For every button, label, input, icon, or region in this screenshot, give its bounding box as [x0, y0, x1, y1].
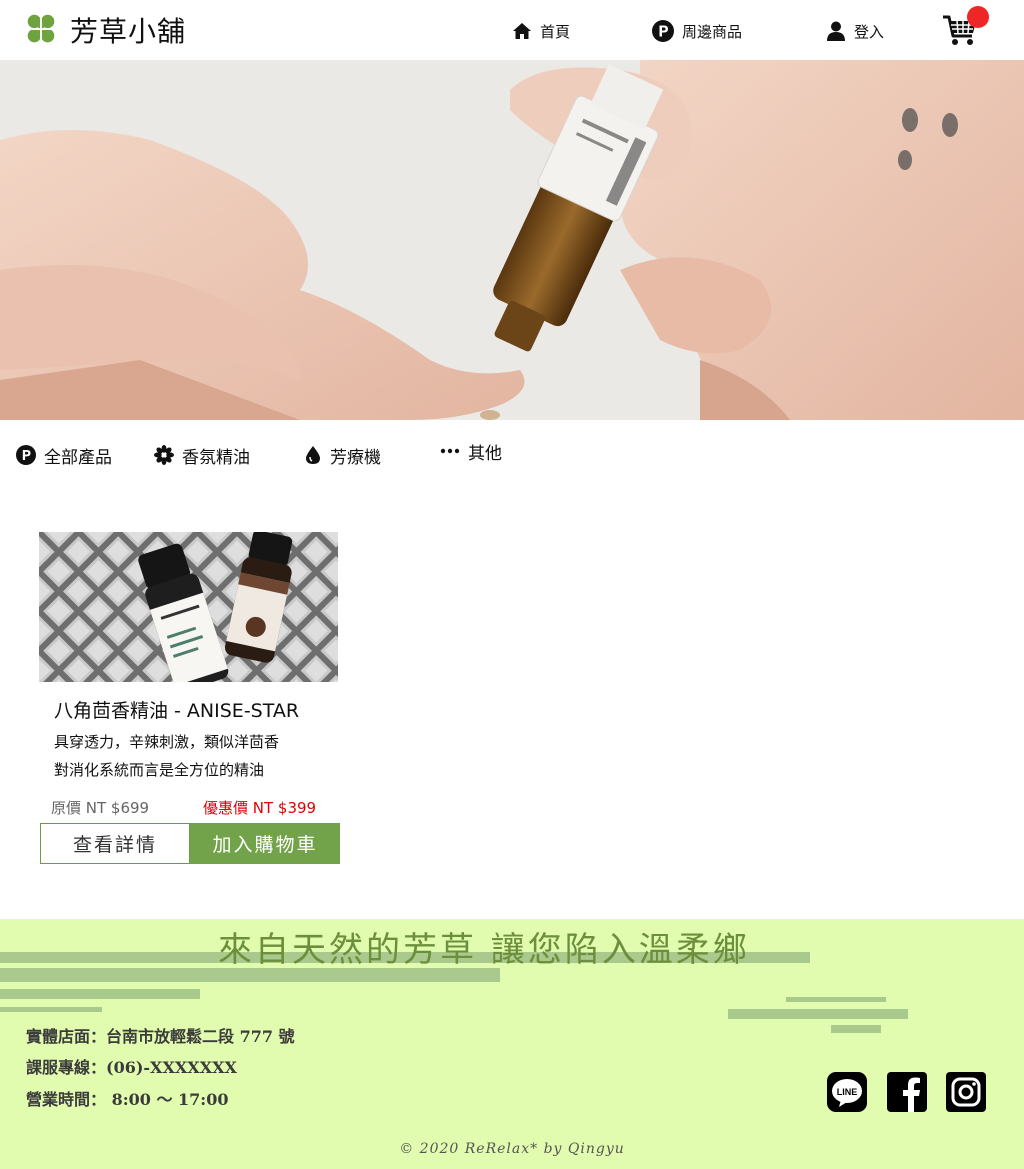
nav-home-label: 首頁	[540, 22, 571, 41]
product-photo	[39, 532, 338, 682]
nav-merch[interactable]: 周邊商品	[652, 18, 742, 44]
decorative-stripe	[0, 1007, 102, 1012]
view-details-button[interactable]: 查看詳情	[40, 823, 190, 864]
category-all-products[interactable]: 全部產品	[16, 440, 112, 470]
sale-price: 優惠價 NT $399	[203, 799, 317, 817]
product-description-line2: 對消化系統而言是全方位的精油	[54, 761, 265, 779]
decorative-stripe	[831, 1025, 881, 1033]
nav-login[interactable]: 登入	[826, 18, 884, 44]
category-other[interactable]: 其他	[440, 436, 502, 466]
decorative-stripe	[0, 989, 200, 999]
parking-p-icon	[652, 20, 674, 42]
instagram-icon[interactable]	[946, 1072, 986, 1112]
original-price: 原價 NT $699	[51, 799, 150, 817]
site-footer: 來自天然的芳草 讓您陷入溫柔鄉 實體店面：台南市放輕鬆二段 777 號 課服專線…	[0, 919, 1024, 1169]
category-diffuser-label: 芳療機	[330, 447, 381, 468]
nav-merch-label: 周邊商品	[682, 22, 743, 41]
nav-home[interactable]: 首頁	[512, 18, 570, 44]
more-dots-icon	[440, 448, 460, 454]
home-icon	[513, 23, 531, 39]
parking-p-icon	[16, 445, 36, 465]
decorative-stripe	[786, 997, 886, 1002]
category-other-label: 其他	[468, 443, 502, 464]
copyright: © 2020 ReRelax* by Qingyu	[399, 1141, 625, 1157]
service-phone: 課服專線：(06)-XXXXXXX	[26, 1058, 237, 1077]
category-essential-oil[interactable]: 香氛精油	[154, 440, 250, 470]
svg-text:LINE: LINE	[837, 1087, 858, 1097]
category-oil-label: 香氛精油	[182, 447, 250, 468]
footer-slogan: 來自天然的芳草 讓您陷入溫柔鄉	[218, 930, 750, 970]
decorative-stripe	[728, 1009, 908, 1019]
site-logo[interactable]: 芳草小舖	[22, 10, 186, 50]
product-description-line1: 具穿透力，辛辣刺激，類似洋茴香	[54, 733, 280, 751]
cart-badge	[967, 6, 989, 28]
product-title[interactable]: 八角茴香精油 - ANISE-STAR	[54, 696, 299, 723]
hero-image	[0, 60, 1024, 420]
facebook-icon[interactable]	[887, 1072, 927, 1112]
flower-icon	[154, 445, 174, 465]
logo-text: 芳草小舖	[70, 15, 187, 48]
line-icon[interactable]: LINE	[827, 1072, 867, 1112]
store-address: 實體店面：台南市放輕鬆二段 777 號	[26, 1027, 295, 1046]
hero-banner	[0, 60, 1024, 420]
business-hours: 營業時間： 8:00 ～ 17:00	[26, 1090, 229, 1109]
drop-icon	[306, 446, 320, 464]
category-all-label: 全部產品	[44, 447, 112, 468]
add-to-cart-button[interactable]: 加入購物車	[190, 823, 340, 864]
site-header: 芳草小舖 首頁 周邊商品 登入	[0, 0, 1024, 60]
clover-icon	[26, 14, 56, 44]
product-image[interactable]	[39, 532, 338, 682]
user-icon	[827, 21, 845, 41]
nav-login-label: 登入	[854, 22, 885, 41]
category-diffuser[interactable]: 芳療機	[304, 440, 381, 470]
